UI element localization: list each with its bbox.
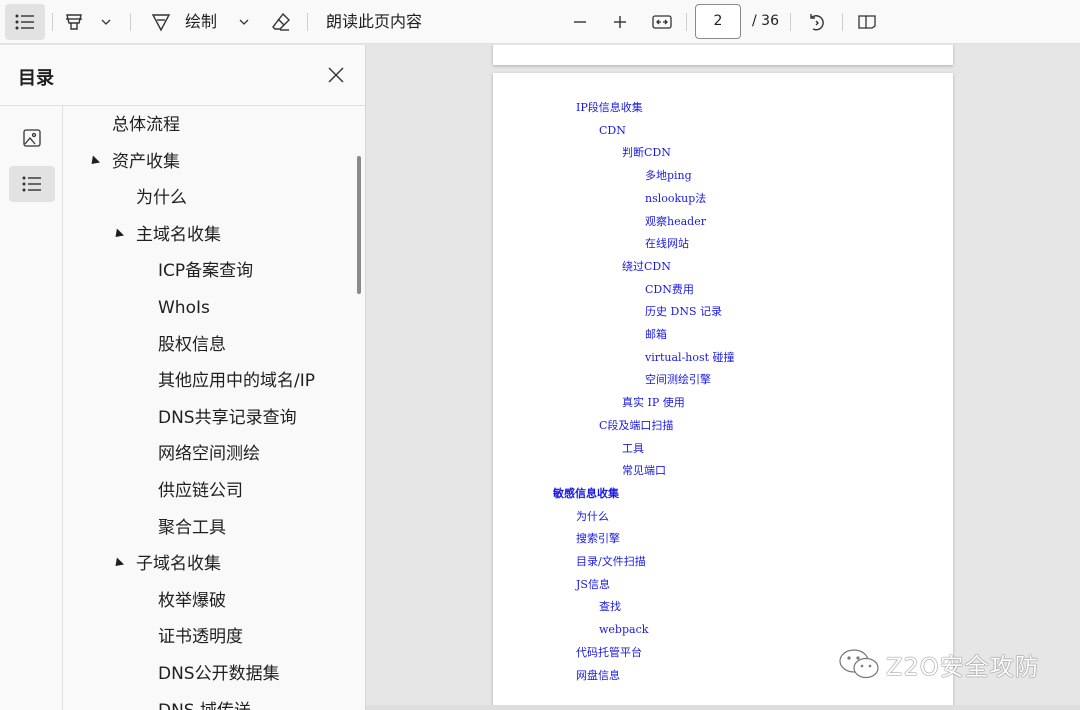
zoom-in-button[interactable] — [606, 4, 634, 40]
pdf-page-1 — [493, 45, 953, 65]
toc-link[interactable]: 历史 DNS 记录 — [645, 305, 722, 319]
toolbar: 绘制 朗读此页内容 2 / 36 — [0, 0, 1080, 44]
outline-item[interactable]: 供应链公司 — [158, 476, 243, 506]
toc-link[interactable]: 观察header — [645, 215, 706, 229]
toc-link[interactable]: 搜索引擎 — [576, 532, 620, 546]
highlight-button[interactable] — [56, 4, 92, 40]
highlighter-icon — [66, 14, 82, 30]
toc-link[interactable]: 在线网站 — [645, 237, 689, 251]
toc-link[interactable]: 绕过CDN — [622, 260, 671, 274]
close-icon — [328, 67, 344, 83]
outline-item[interactable]: DNS公开数据集 — [158, 659, 280, 689]
toc-link[interactable]: 常见端口 — [622, 464, 666, 478]
outline-tab[interactable] — [9, 166, 55, 202]
toolbar-separator — [842, 13, 843, 31]
read-aloud-button[interactable]: 朗读此页内容 — [326, 12, 422, 32]
toc-link[interactable]: 邮箱 — [645, 328, 667, 342]
sidebar-rail — [0, 106, 63, 710]
toc-link[interactable]: 判断CDN — [622, 146, 671, 160]
outline-item[interactable]: 总体流程 — [112, 110, 180, 140]
page-total: / 36 — [752, 13, 779, 29]
toc-link[interactable]: JS信息 — [576, 578, 610, 592]
outline-item[interactable]: 证书透明度 — [158, 622, 243, 652]
outline-tree: 总体流程资产收集为什么主域名收集 ICP备案查询 WhoIs 股权信息其他应用中的域名… — [64, 106, 354, 710]
toc-link[interactable]: 真实 IP 使用 — [622, 396, 685, 410]
toolbar-separator — [790, 13, 791, 31]
toc-link[interactable]: virtual-host 碰撞 — [645, 351, 735, 365]
chevron-down-icon — [239, 19, 249, 25]
toc-link[interactable]: 目录/文件扫描 — [576, 555, 646, 569]
pen-icon — [151, 14, 171, 32]
thumbnails-tab[interactable] — [9, 120, 55, 156]
close-sidebar-button[interactable] — [324, 63, 348, 87]
toc-link[interactable]: CDN — [599, 124, 626, 138]
highlight-dropdown[interactable] — [96, 4, 116, 40]
toolbar-separator — [686, 13, 687, 31]
toc-link[interactable]: 工具 — [622, 442, 644, 456]
two-page-icon — [858, 15, 876, 29]
outline-item[interactable]: 股权信息 — [158, 330, 226, 360]
zoom-out-button[interactable] — [566, 4, 594, 40]
image-icon — [23, 129, 41, 147]
minus-icon — [574, 21, 586, 23]
toc-link[interactable]: nslookup法 — [645, 192, 706, 206]
draw-label[interactable]: 绘制 — [185, 12, 217, 32]
outline-item[interactable]: 枚举爆破 — [158, 586, 226, 616]
outline-scrollbar[interactable] — [357, 156, 361, 294]
expand-arrow-icon[interactable] — [87, 155, 101, 168]
toc-link[interactable]: 网盘信息 — [576, 669, 620, 683]
outline-item[interactable]: 网络空间测绘 — [158, 439, 260, 469]
outline-item[interactable]: DNS共享记录查询 — [158, 403, 297, 433]
toc-link[interactable]: CDN费用 — [645, 283, 694, 297]
plus-icon — [614, 16, 626, 28]
rotate-button[interactable] — [802, 4, 832, 40]
page-number-input[interactable]: 2 — [695, 4, 741, 39]
outline-item[interactable]: 其他应用中的域名/IP — [158, 366, 315, 396]
expand-arrow-icon[interactable] — [111, 557, 125, 570]
table-of-contents-button[interactable] — [5, 4, 45, 40]
outline-item[interactable]: WhoIs — [158, 293, 210, 323]
toc-link[interactable]: 查找 — [599, 600, 621, 614]
wechat-icon — [839, 649, 879, 679]
draw-button[interactable] — [146, 4, 176, 40]
outline-item[interactable]: 子域名收集 — [136, 549, 221, 579]
document-viewer: IP段信息收集 CDN 判断CDN 多地ping nslookup法 观察header 在线… — [367, 45, 1080, 710]
toc-link[interactable]: 敏感信息收集 — [553, 487, 619, 501]
watermark-text: Z2O安全攻防 — [886, 652, 1040, 681]
pdf-page-2: IP段信息收集 CDN 判断CDN 多地ping nslookup法 观察header 在线… — [493, 73, 953, 710]
toolbar-separator — [130, 13, 131, 31]
toc-link[interactable]: 多地ping — [645, 169, 692, 183]
expand-arrow-icon[interactable] — [111, 228, 125, 241]
fit-width-icon — [652, 15, 672, 29]
sidebar-title: 目录 — [18, 68, 54, 89]
list-icon — [22, 176, 41, 192]
outline-item[interactable]: 聚合工具 — [158, 513, 226, 543]
chevron-down-icon — [101, 19, 111, 25]
eraser-button[interactable] — [266, 4, 296, 40]
fit-width-button[interactable] — [646, 4, 678, 40]
watermark: Z2O安全攻防 — [838, 646, 1040, 682]
outline-item[interactable]: 资产收集 — [112, 147, 180, 177]
toc-link[interactable]: IP段信息收集 — [576, 101, 643, 115]
list-icon — [15, 14, 34, 30]
rotate-icon — [810, 14, 824, 31]
outline-item[interactable]: DNS 域传送 — [158, 696, 251, 710]
horizontal-scrollbar[interactable] — [366, 705, 1080, 710]
toolbar-separator — [307, 13, 308, 31]
toc-link[interactable]: 为什么 — [576, 510, 609, 524]
toolbar-separator — [52, 13, 53, 31]
outline-item[interactable]: ICP备案查询 — [158, 256, 253, 286]
sidebar: 目录 总体流程资产收集为什么主域名收集 ICP备案查询 WhoIs 股权信息其他应用中… — [0, 45, 366, 710]
toc-link[interactable]: C段及端口扫描 — [599, 419, 673, 433]
toc-link[interactable]: 代码托管平台 — [576, 646, 642, 660]
draw-dropdown[interactable] — [234, 4, 254, 40]
outline-item[interactable]: 为什么 — [136, 183, 187, 213]
page-view-button[interactable] — [852, 4, 882, 40]
outline-item[interactable]: 主域名收集 — [136, 220, 221, 250]
toc-link[interactable]: webpack — [599, 623, 648, 637]
toc-link[interactable]: 空间测绘引擎 — [645, 373, 711, 387]
eraser-icon — [272, 12, 290, 31]
